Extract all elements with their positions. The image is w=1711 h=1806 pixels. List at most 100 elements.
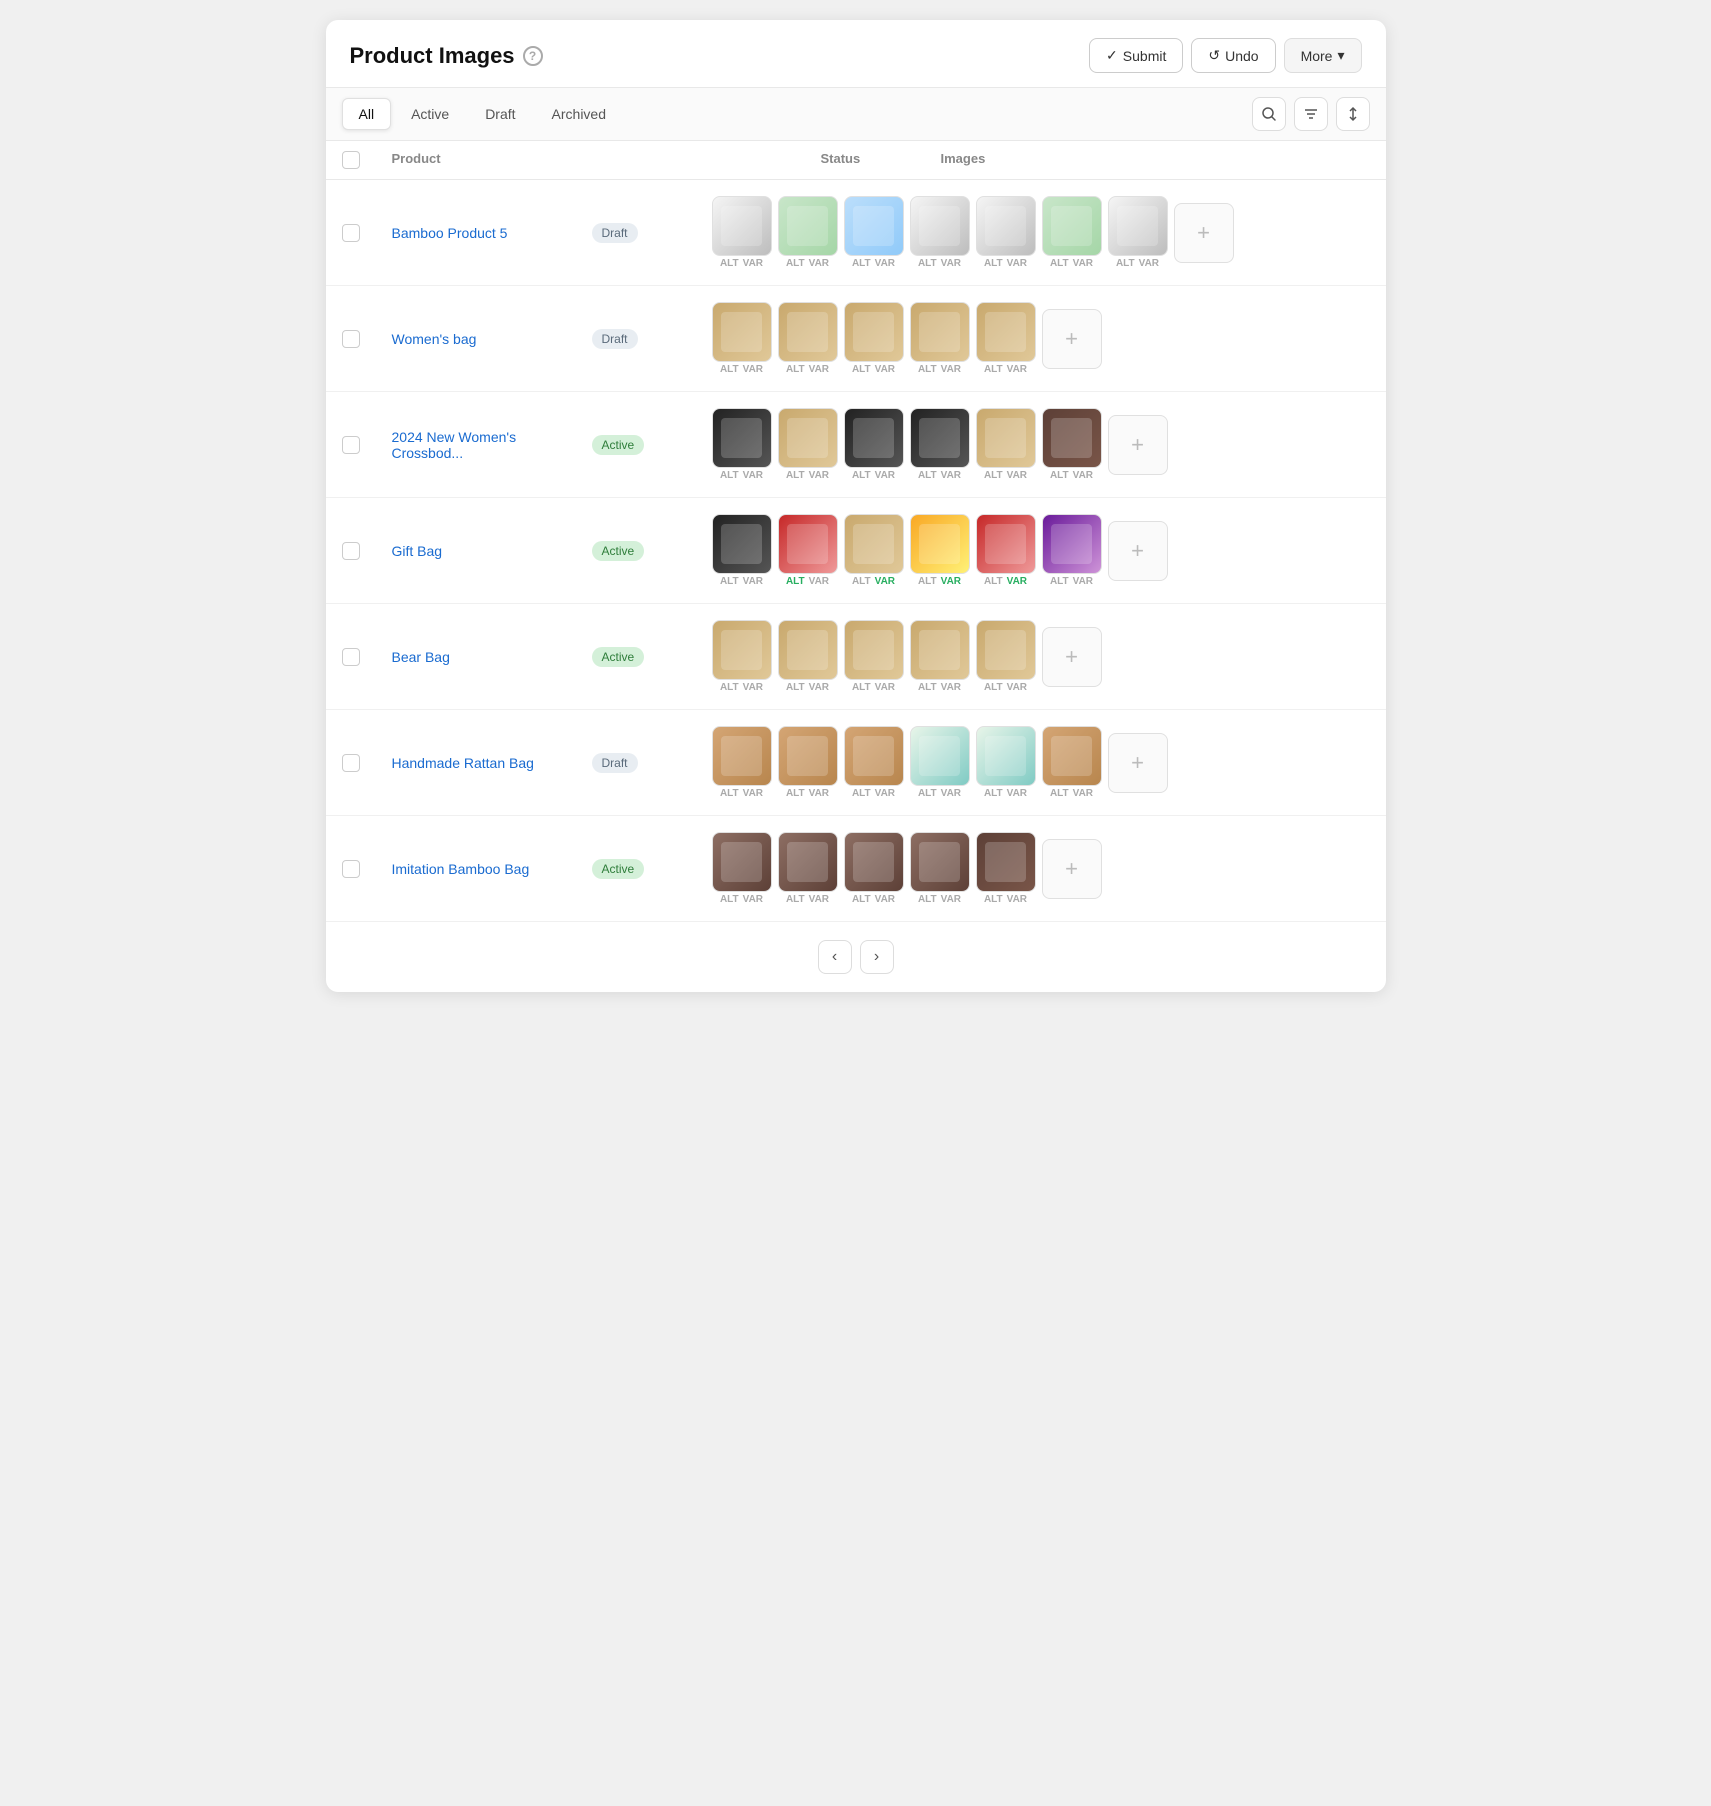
checkbox-product-3[interactable] xyxy=(342,436,360,454)
product-image-7-1[interactable] xyxy=(778,832,838,892)
product-image-5-4[interactable] xyxy=(976,620,1036,680)
tab-draft[interactable]: Draft xyxy=(469,99,531,129)
product-image-7-3[interactable] xyxy=(910,832,970,892)
app-container: Product Images ? ✓ Submit ↺ Undo More ▾ … xyxy=(326,20,1386,992)
status-badge-5: Active xyxy=(592,647,712,667)
product-image-1-2[interactable] xyxy=(844,196,904,256)
product-image-6-1[interactable] xyxy=(778,726,838,786)
add-image-button-7[interactable]: + xyxy=(1042,839,1102,899)
var-label: VAR xyxy=(809,364,829,375)
product-image-4-4[interactable] xyxy=(976,514,1036,574)
product-image-3-0[interactable] xyxy=(712,408,772,468)
product-image-4-2[interactable] xyxy=(844,514,904,574)
more-button[interactable]: More ▾ xyxy=(1284,38,1362,73)
checkbox-product-7[interactable] xyxy=(342,860,360,878)
product-image-5-3[interactable] xyxy=(910,620,970,680)
add-image-button-6[interactable]: + xyxy=(1108,733,1168,793)
product-image-7-2[interactable] xyxy=(844,832,904,892)
alt-label: ALT xyxy=(984,576,1003,587)
product-image-4-3[interactable] xyxy=(910,514,970,574)
product-image-2-0[interactable] xyxy=(712,302,772,362)
img-labels: ALTVAR xyxy=(984,788,1027,799)
product-image-5-0[interactable] xyxy=(712,620,772,680)
img-wrapper: ALTVAR xyxy=(712,408,772,481)
img-labels: ALTVAR xyxy=(852,788,895,799)
row-checkbox-cell xyxy=(342,648,392,666)
top-bar: Product Images ? ✓ Submit ↺ Undo More ▾ xyxy=(326,20,1386,88)
prev-page-button[interactable]: ‹ xyxy=(818,940,852,974)
img-wrapper: ALTVAR xyxy=(712,832,772,905)
product-image-1-4[interactable] xyxy=(976,196,1036,256)
product-image-1-5[interactable] xyxy=(1042,196,1102,256)
product-image-1-0[interactable] xyxy=(712,196,772,256)
product-image-7-0[interactable] xyxy=(712,832,772,892)
product-image-3-2[interactable] xyxy=(844,408,904,468)
product-image-6-3[interactable] xyxy=(910,726,970,786)
table-row: Women's bagDraftALTVARALTVARALTVARALTVAR… xyxy=(326,286,1386,392)
product-image-7-4[interactable] xyxy=(976,832,1036,892)
product-image-4-5[interactable] xyxy=(1042,514,1102,574)
img-wrapper: ALTVAR xyxy=(1042,196,1102,269)
undo-button[interactable]: ↺ Undo xyxy=(1191,38,1275,73)
checkbox-product-2[interactable] xyxy=(342,330,360,348)
img-labels: ALTVAR xyxy=(786,364,829,375)
product-image-5-2[interactable] xyxy=(844,620,904,680)
product-image-3-3[interactable] xyxy=(910,408,970,468)
product-image-2-2[interactable] xyxy=(844,302,904,362)
product-image-6-4[interactable] xyxy=(976,726,1036,786)
product-image-2-4[interactable] xyxy=(976,302,1036,362)
product-name-1[interactable]: Bamboo Product 5 xyxy=(392,225,592,241)
tab-archived[interactable]: Archived xyxy=(536,99,622,129)
tab-all[interactable]: All xyxy=(342,98,392,130)
checkbox-product-1[interactable] xyxy=(342,224,360,242)
select-all-checkbox[interactable] xyxy=(342,151,360,169)
product-image-1-6[interactable] xyxy=(1108,196,1168,256)
product-image-6-2[interactable] xyxy=(844,726,904,786)
sort-button[interactable] xyxy=(1336,97,1370,131)
add-image-button-5[interactable]: + xyxy=(1042,627,1102,687)
product-image-1-1[interactable] xyxy=(778,196,838,256)
add-image-button-2[interactable]: + xyxy=(1042,309,1102,369)
product-image-6-0[interactable] xyxy=(712,726,772,786)
images-cell-4: ALTVARALTVARALTVARALTVARALTVARALTVAR+ xyxy=(712,514,1370,587)
status-badge: Active xyxy=(592,647,645,667)
next-page-button[interactable]: › xyxy=(860,940,894,974)
checkbox-product-4[interactable] xyxy=(342,542,360,560)
add-image-button-4[interactable]: + xyxy=(1108,521,1168,581)
help-icon[interactable]: ? xyxy=(523,46,543,66)
product-name-4[interactable]: Gift Bag xyxy=(392,543,592,559)
img-labels: ALTVAR xyxy=(984,576,1027,587)
img-wrapper: ALTVAR xyxy=(712,302,772,375)
checkbox-product-6[interactable] xyxy=(342,754,360,772)
product-image-2-3[interactable] xyxy=(910,302,970,362)
alt-label: ALT xyxy=(918,894,937,905)
add-image-button-3[interactable]: + xyxy=(1108,415,1168,475)
product-image-2-1[interactable] xyxy=(778,302,838,362)
product-name-6[interactable]: Handmade Rattan Bag xyxy=(392,755,592,771)
checkbox-product-5[interactable] xyxy=(342,648,360,666)
product-name-3[interactable]: 2024 New Women's Crossbod... xyxy=(392,429,592,461)
search-icon xyxy=(1261,106,1277,122)
var-label: VAR xyxy=(1139,258,1159,269)
filter-button[interactable] xyxy=(1294,97,1328,131)
search-button[interactable] xyxy=(1252,97,1286,131)
product-image-5-1[interactable] xyxy=(778,620,838,680)
alt-label: ALT xyxy=(984,470,1003,481)
var-label: VAR xyxy=(875,894,895,905)
img-labels: ALTVAR xyxy=(786,682,829,693)
tab-active[interactable]: Active xyxy=(395,99,465,129)
product-image-4-0[interactable] xyxy=(712,514,772,574)
alt-label: ALT xyxy=(852,788,871,799)
product-image-3-5[interactable] xyxy=(1042,408,1102,468)
product-name-7[interactable]: Imitation Bamboo Bag xyxy=(392,861,592,877)
submit-button[interactable]: ✓ Submit xyxy=(1089,38,1183,73)
product-image-4-1[interactable] xyxy=(778,514,838,574)
img-wrapper: ALTVAR xyxy=(844,408,904,481)
product-name-5[interactable]: Bear Bag xyxy=(392,649,592,665)
product-name-2[interactable]: Women's bag xyxy=(392,331,592,347)
product-image-3-1[interactable] xyxy=(778,408,838,468)
product-image-3-4[interactable] xyxy=(976,408,1036,468)
product-image-1-3[interactable] xyxy=(910,196,970,256)
product-image-6-5[interactable] xyxy=(1042,726,1102,786)
add-image-button-1[interactable]: + xyxy=(1174,203,1234,263)
